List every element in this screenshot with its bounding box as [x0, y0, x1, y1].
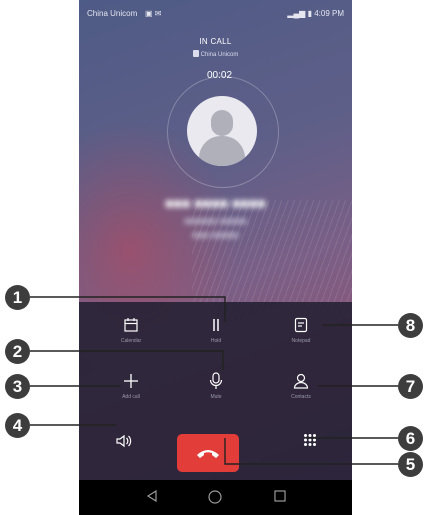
callout-4: 4 — [5, 413, 30, 438]
callout-5: 5 — [398, 452, 423, 477]
callout-2: 2 — [5, 339, 30, 364]
callout-8: 8 — [398, 313, 423, 338]
callout-1: 1 — [5, 285, 30, 310]
callout-7: 7 — [398, 374, 423, 399]
callout-6: 6 — [398, 426, 423, 451]
callout-3: 3 — [5, 374, 30, 399]
callout-lines — [30, 296, 398, 465]
